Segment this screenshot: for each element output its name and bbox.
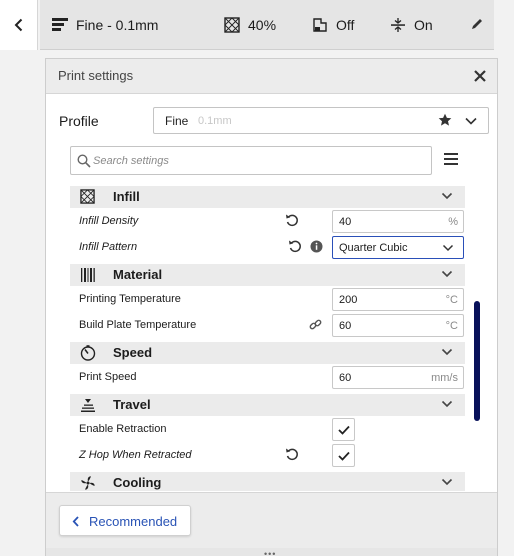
- close-button[interactable]: [471, 67, 489, 85]
- field-value: 200: [339, 294, 358, 306]
- setting-label: Z Hop When Retracted: [79, 449, 192, 461]
- panel-header: Print settings: [46, 59, 497, 94]
- profile-label: Profile: [59, 113, 99, 129]
- category-label: Infill: [113, 189, 140, 204]
- chevron-down-icon: [465, 117, 477, 125]
- setting-label: Enable Retraction: [79, 423, 167, 435]
- field-unit: %: [448, 216, 458, 228]
- chevron-down-icon: [442, 244, 454, 252]
- recommended-label: Recommended: [89, 514, 178, 529]
- category-travel[interactable]: Travel: [70, 394, 465, 416]
- layer-profile-icon: [52, 18, 68, 31]
- grip-icon: •••: [264, 549, 277, 556]
- chevron-down-icon: [441, 348, 453, 356]
- category-label: Material: [113, 267, 163, 282]
- setting-infill-pattern: Infill Pattern Quarter Cubic: [70, 234, 465, 260]
- category-infill[interactable]: Infill: [70, 186, 465, 208]
- print-setup-summary[interactable]: Fine - 0.1mm 40% Off On: [40, 0, 494, 50]
- chevron-down-icon: [441, 400, 453, 408]
- field-unit: °C: [445, 294, 458, 306]
- reset-icon[interactable]: [288, 239, 302, 253]
- field-value: 60: [339, 372, 352, 384]
- settings-scrollbar[interactable]: [474, 301, 480, 421]
- speed-icon: [80, 345, 96, 361]
- infill-icon: [224, 17, 240, 33]
- resize-handle[interactable]: •••: [46, 548, 497, 556]
- search-input[interactable]: [93, 151, 423, 171]
- enable-retraction-checkbox[interactable]: [332, 418, 355, 441]
- setting-enable-retraction: Enable Retraction: [70, 416, 465, 442]
- setting-build-plate-temperature: Build Plate Temperature 60 °C: [70, 312, 465, 338]
- recommended-button[interactable]: Recommended: [59, 505, 191, 536]
- material-icon: [81, 268, 95, 282]
- close-icon: [474, 70, 486, 82]
- setting-label: Infill Density: [79, 215, 139, 227]
- search-settings[interactable]: [70, 146, 432, 175]
- pencil-icon[interactable]: [470, 17, 484, 31]
- field-unit: °C: [445, 320, 458, 332]
- category-label: Travel: [113, 397, 151, 412]
- chevron-left-icon: [72, 516, 79, 527]
- star-icon[interactable]: [438, 113, 452, 127]
- infill-pattern-select[interactable]: Quarter Cubic: [332, 236, 464, 259]
- support-icon: [313, 18, 327, 32]
- summary-infill: 40%: [248, 17, 277, 33]
- link-icon: [309, 319, 322, 330]
- search-icon: [77, 154, 91, 168]
- chevron-down-icon: [441, 478, 453, 486]
- panel-title: Print settings: [58, 68, 134, 83]
- summary-profile: Fine - 0.1mm: [76, 17, 159, 33]
- infill-icon: [80, 189, 95, 204]
- back-button[interactable]: [0, 0, 38, 50]
- panel-footer: Recommended: [46, 492, 497, 555]
- setting-label: Print Speed: [79, 371, 137, 383]
- reset-icon[interactable]: [285, 213, 299, 227]
- info-icon[interactable]: [310, 240, 323, 253]
- build-plate-temperature-input[interactable]: 60 °C: [332, 314, 464, 337]
- chevron-left-icon: [14, 18, 22, 32]
- setting-print-speed: Print Speed 60 mm/s: [70, 364, 465, 390]
- field-value: 60: [339, 320, 352, 332]
- top-bar: Fine - 0.1mm 40% Off On: [0, 0, 514, 50]
- z-hop-checkbox[interactable]: [332, 444, 355, 467]
- field-value: Quarter Cubic: [339, 242, 408, 254]
- hamburger-icon[interactable]: [444, 153, 458, 165]
- print-settings-panel: Print settings Profile Fine 0.1mm Infill…: [45, 58, 498, 556]
- setting-label: Build Plate Temperature: [79, 319, 197, 331]
- field-value: 40: [339, 216, 352, 228]
- setting-label: Infill Pattern: [79, 241, 138, 253]
- category-label: Cooling: [113, 475, 162, 490]
- setting-z-hop-when-retracted: Z Hop When Retracted: [70, 442, 465, 468]
- setting-printing-temperature: Printing Temperature 200 °C: [70, 286, 465, 312]
- printing-temperature-input[interactable]: 200 °C: [332, 288, 464, 311]
- category-material[interactable]: Material: [70, 264, 465, 286]
- summary-adhesion: On: [414, 17, 433, 33]
- setting-label: Printing Temperature: [79, 293, 181, 305]
- category-speed[interactable]: Speed: [70, 342, 465, 364]
- chevron-down-icon: [441, 270, 453, 278]
- print-speed-input[interactable]: 60 mm/s: [332, 366, 464, 389]
- setting-infill-density: Infill Density 40 %: [70, 208, 465, 234]
- adhesion-icon: [391, 18, 405, 32]
- cooling-fan-icon: [81, 476, 95, 490]
- settings-list: Infill Infill Density 40 % Infill Patter…: [70, 185, 465, 491]
- profile-dropdown[interactable]: Fine 0.1mm: [153, 107, 489, 134]
- profile-quality: 0.1mm: [198, 115, 232, 127]
- chevron-down-icon: [441, 192, 453, 200]
- category-cooling[interactable]: Cooling: [70, 472, 465, 491]
- field-unit: mm/s: [431, 372, 458, 384]
- reset-icon[interactable]: [285, 447, 299, 461]
- travel-icon: [81, 399, 95, 412]
- infill-density-input[interactable]: 40 %: [332, 210, 464, 233]
- checkmark-icon: [337, 425, 350, 435]
- category-label: Speed: [113, 345, 153, 360]
- profile-name: Fine: [165, 114, 189, 128]
- checkmark-icon: [337, 451, 350, 461]
- summary-support: Off: [336, 17, 355, 33]
